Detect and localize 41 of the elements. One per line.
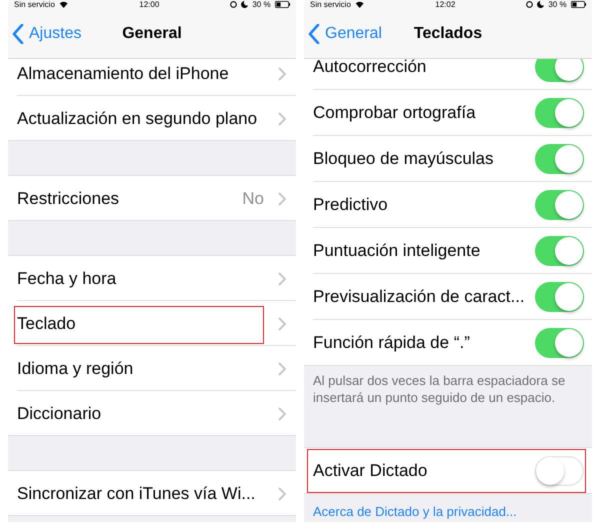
- carrier-label: Sin servicio: [310, 0, 351, 9]
- wifi-icon: [354, 1, 364, 8]
- toggle-switch[interactable]: [535, 282, 584, 312]
- chevron-icon: [278, 112, 286, 126]
- toggle-switch[interactable]: [535, 328, 584, 358]
- toggle-switch[interactable]: [535, 98, 584, 128]
- chevron-icon: [278, 272, 286, 286]
- row-label[interactable]: Restricciones: [17, 188, 120, 208]
- toggle-switch[interactable]: [535, 190, 584, 220]
- nav-title: Teclados: [414, 24, 482, 42]
- row-label[interactable]: Teclado: [17, 314, 76, 334]
- status-time: 12:02: [435, 0, 456, 9]
- toggle-switch[interactable]: [535, 456, 584, 486]
- row-label[interactable]: Diccionario: [17, 404, 102, 424]
- row-label[interactable]: Fecha y hora: [17, 268, 116, 288]
- toggle-switch[interactable]: [535, 59, 584, 82]
- battery-percent: 30 %: [252, 0, 271, 9]
- chevron-icon: [278, 406, 286, 420]
- row-value: No: [242, 188, 264, 208]
- chevron-icon: [278, 362, 286, 376]
- battery-icon: [570, 1, 586, 8]
- carrier-label: Sin servicio: [14, 0, 55, 9]
- nav-title: General: [122, 24, 182, 42]
- row-label[interactable]: Activar Dictado: [313, 461, 428, 481]
- chevron-icon: [278, 66, 286, 80]
- toggle-switch[interactable]: [535, 236, 584, 266]
- back-chevron-icon: [12, 24, 24, 44]
- chevron-icon: [278, 316, 286, 330]
- footer-note: Al pulsar dos veces la barra espaciadora se insertará un punto seguido de un espacio.: [313, 372, 566, 406]
- moon-icon: [537, 1, 544, 8]
- status-time: 12:00: [139, 0, 160, 9]
- toggle-switch[interactable]: [535, 144, 584, 174]
- back-chevron-icon: [308, 24, 320, 44]
- row-label[interactable]: Idioma y región: [17, 358, 134, 378]
- chevron-icon: [278, 192, 286, 206]
- battery-percent: 30 %: [548, 0, 567, 9]
- moon-icon: [241, 1, 248, 8]
- row-label[interactable]: Predictivo: [313, 195, 388, 215]
- battery-icon: [274, 1, 290, 8]
- chevron-icon: [278, 486, 286, 500]
- wifi-icon: [58, 1, 68, 8]
